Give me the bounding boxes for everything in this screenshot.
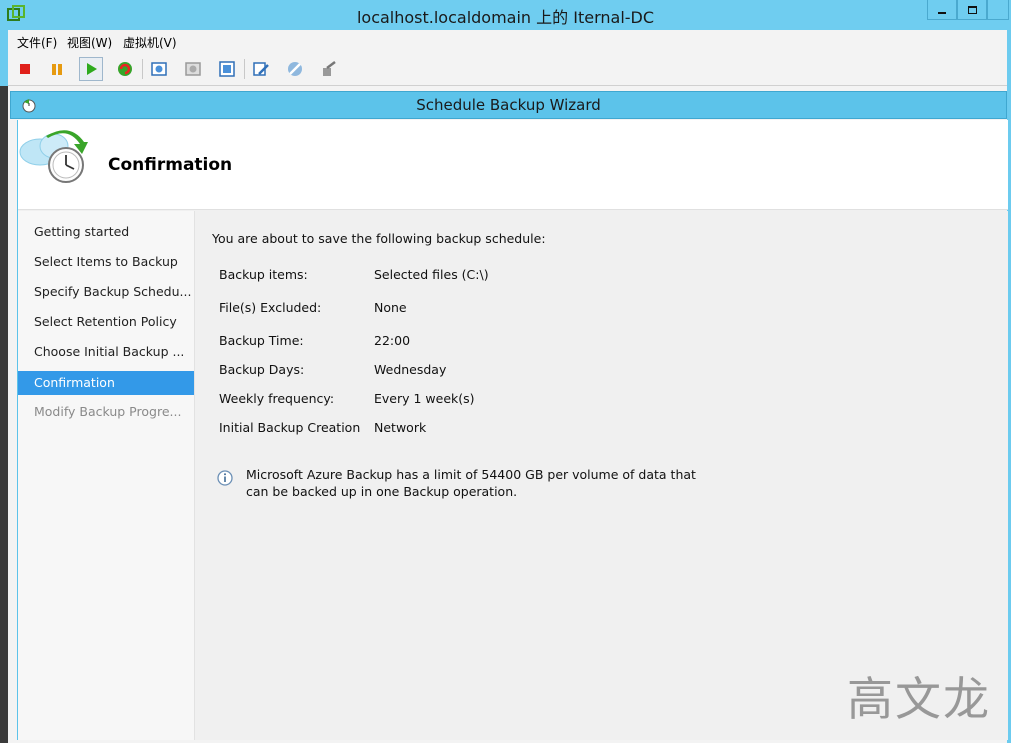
menu-vm[interactable]: 虚拟机(V) (123, 34, 177, 51)
summary-label: Backup Time: (219, 333, 304, 348)
summary-value: Selected files (C:\) (374, 267, 489, 282)
vm-tools-button[interactable] (283, 57, 307, 81)
nav-step-retention-policy[interactable]: Select Retention Policy (18, 310, 194, 334)
console-edge (0, 86, 8, 743)
console-toolbar (8, 52, 1007, 86)
summary-label: Weekly frequency: (219, 391, 335, 406)
summary-value: Network (374, 420, 427, 435)
nav-step-modify-progress: Modify Backup Progre... (34, 404, 182, 419)
close-button[interactable] (987, 0, 1009, 20)
info-icon (217, 470, 233, 486)
watermark: 高文龙 (847, 672, 991, 726)
connect-device-icon (323, 61, 336, 76)
summary-value: Every 1 week(s) (374, 391, 475, 406)
pause-icon (52, 64, 62, 75)
intro-text: You are about to save the following back… (212, 231, 546, 246)
edit-settings-icon (253, 62, 269, 76)
page-title: Confirmation (108, 155, 233, 175)
summary-value: Wednesday (374, 362, 447, 377)
manage-snapshot-icon (219, 61, 235, 77)
manage-snapshot-button[interactable] (215, 57, 239, 81)
summary-label: Backup items: (219, 267, 308, 282)
menu-view[interactable]: 视图(W) (67, 34, 112, 51)
summary-label: File(s) Excluded: (219, 300, 322, 315)
nav-step-confirmation[interactable]: Confirmation (18, 371, 194, 395)
menu-file[interactable]: 文件(F) (17, 34, 57, 51)
toolbar-separator (244, 59, 245, 79)
stop-button[interactable] (13, 57, 37, 81)
summary-value: 22:00 (374, 333, 411, 348)
minimize-button[interactable] (927, 0, 957, 20)
wizard-title: Schedule Backup Wizard (416, 96, 601, 114)
wizard-titlebar: Schedule Backup Wizard (10, 91, 1007, 119)
wizard-header: Confirmation (18, 120, 1008, 210)
nav-step-getting-started[interactable]: Getting started (18, 220, 194, 244)
reset-icon (118, 62, 132, 76)
confirmation-panel: You are about to save the following back… (196, 211, 1008, 740)
nav-step-initial-backup[interactable]: Choose Initial Backup ... (18, 340, 194, 364)
connect-device-button[interactable] (317, 57, 341, 81)
console-menubar: 文件(F) 视图(W) 虚拟机(V) (8, 30, 1007, 52)
nav-step-specify-schedule[interactable]: Specify Backup Schedu... (18, 280, 194, 304)
minimize-icon (938, 11, 946, 14)
snapshot-icon (151, 62, 167, 76)
window-controls (927, 0, 1009, 20)
revert-snapshot-icon (185, 62, 201, 76)
volume-limit-note: Microsoft Azure Backup has a limit of 54… (246, 467, 696, 499)
maximize-icon (967, 5, 977, 14)
pause-button[interactable] (45, 57, 69, 81)
maximize-button[interactable] (957, 0, 987, 20)
toolbar-separator (142, 59, 143, 79)
nav-step-select-items[interactable]: Select Items to Backup (18, 250, 194, 274)
wizard-body: Confirmation Getting started Select Item… (17, 120, 1008, 740)
edit-settings-button[interactable] (249, 57, 273, 81)
play-icon (87, 63, 97, 75)
console-title: localhost.localdomain 上的 Iternal-DC (356, 8, 655, 27)
summary-value: None (374, 300, 407, 315)
play-button[interactable] (79, 57, 103, 81)
revert-snapshot-button[interactable] (181, 57, 205, 81)
snapshot-button[interactable] (147, 57, 171, 81)
reset-button[interactable] (113, 57, 137, 81)
wizard-steps-nav: Getting started Select Items to Backup S… (18, 211, 195, 740)
console-titlebar: localhost.localdomain 上的 Iternal-DC (0, 0, 1011, 30)
summary-label: Backup Days: (219, 362, 305, 377)
vm-tools-icon (288, 62, 302, 76)
stop-icon (20, 64, 30, 74)
summary-label: Initial Backup Creation (219, 420, 361, 435)
cloud-clock-icon (18, 128, 88, 188)
